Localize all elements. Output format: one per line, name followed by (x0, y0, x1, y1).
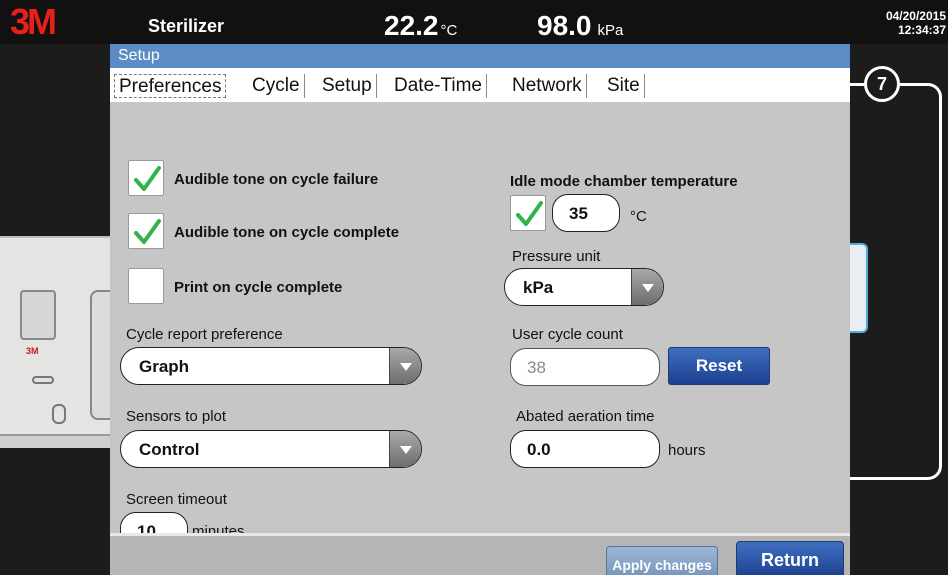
tab-setup[interactable]: Setup (318, 74, 377, 98)
cycle-count-label: User cycle count (512, 326, 623, 343)
callout-number: 7 (864, 66, 900, 102)
machine-knob (52, 404, 66, 424)
tab-bar: Preferences Cycle Setup Date-Time Networ… (110, 68, 850, 102)
chamber-temperature-readout: 22.2 °C (384, 10, 457, 42)
machine-base (0, 434, 112, 448)
checkmark-icon (134, 219, 161, 244)
aeration-value: 0.0 (527, 440, 551, 459)
app-name: Sterilizer (148, 16, 225, 36)
machine-logo: 3M (26, 346, 39, 356)
idle-temp-field[interactable]: 35 (552, 194, 620, 232)
aeration-field[interactable]: 0.0 (510, 430, 660, 468)
time: 12:34:37 (897, 23, 946, 37)
temperature-unit: °C (440, 22, 458, 39)
sensors-value: Control (139, 440, 200, 459)
aeration-label: Abated aeration time (516, 408, 655, 425)
pressure-unit-value: kPa (523, 278, 554, 297)
pressure-unit-label: Pressure unit (512, 248, 601, 265)
chevron-down-icon[interactable] (389, 348, 421, 384)
report-preference-label: Cycle report preference (126, 326, 283, 343)
aeration-unit: hours (668, 442, 706, 459)
idle-temp-label: Idle mode chamber temperature (510, 173, 738, 190)
callout-bracket (850, 83, 942, 480)
pressure-unit-dropdown[interactable]: kPa (504, 268, 664, 306)
idle-temp-checkbox[interactable] (510, 195, 546, 231)
machine-slot (32, 376, 54, 384)
sensors-label: Sensors to plot (126, 408, 227, 425)
tab-preferences[interactable]: Preferences (114, 74, 227, 98)
dialog-title: Setup (110, 44, 850, 68)
audible-complete-label: Audible tone on cycle complete (174, 224, 400, 241)
pressure-value: 98.0 (537, 10, 592, 41)
cycle-count-field: 38 (510, 348, 660, 386)
tab-date-time[interactable]: Date-Time (390, 74, 487, 98)
print-complete-checkbox[interactable] (128, 268, 164, 304)
report-preference-value: Graph (139, 357, 190, 376)
status-bar: 3M Sterilizer 22.2 °C 98.0 kPa 04/20/2015 1… (0, 0, 948, 44)
date: 04/20/2015 (885, 9, 946, 23)
checkmark-icon (516, 201, 543, 226)
brand-logo: 3M (10, 1, 57, 42)
setup-dialog: Setup Preferences Cycle Setup Date-Time … (110, 44, 850, 575)
tab-cycle[interactable]: Cycle (248, 74, 305, 98)
print-complete-label: Print on cycle complete (174, 279, 343, 296)
audible-complete-checkbox[interactable] (128, 213, 164, 249)
date-time-display: 04/20/2015 12:34:37 (886, 9, 946, 37)
sterilizer-illustration: 3M (0, 236, 112, 448)
screen-timeout-label: Screen timeout (126, 491, 227, 508)
chevron-down-icon[interactable] (389, 431, 421, 467)
apply-changes-button[interactable]: Apply changes (606, 546, 718, 575)
audible-failure-checkbox[interactable] (128, 160, 164, 196)
screen: 3M Sterilizer 22.2 °C 98.0 kPa 04/20/2015 1… (0, 0, 948, 575)
tab-site[interactable]: Site (603, 74, 645, 98)
audible-failure-label: Audible tone on cycle failure (174, 171, 379, 188)
pressure-unit: kPa (597, 22, 624, 39)
temperature-value: 22.2 (384, 10, 439, 41)
cycle-count-value: 38 (527, 358, 546, 377)
tab-network[interactable]: Network (508, 74, 587, 98)
idle-temp-unit: °C (630, 208, 647, 225)
checkmark-icon (134, 166, 161, 191)
sensors-dropdown[interactable]: Control (120, 430, 422, 468)
reset-button[interactable]: Reset (668, 347, 770, 385)
machine-door (90, 290, 112, 420)
chevron-down-icon[interactable] (631, 269, 663, 305)
machine-panel (20, 290, 56, 340)
return-button[interactable]: Return (736, 541, 844, 575)
report-preference-dropdown[interactable]: Graph (120, 347, 422, 385)
chamber-pressure-readout: 98.0 kPa (537, 10, 623, 42)
dialog-footer: Apply changes Return (110, 533, 850, 575)
idle-temp-value: 35 (569, 204, 588, 223)
preferences-panel: Audible tone on cycle failure Audible to… (118, 102, 848, 550)
